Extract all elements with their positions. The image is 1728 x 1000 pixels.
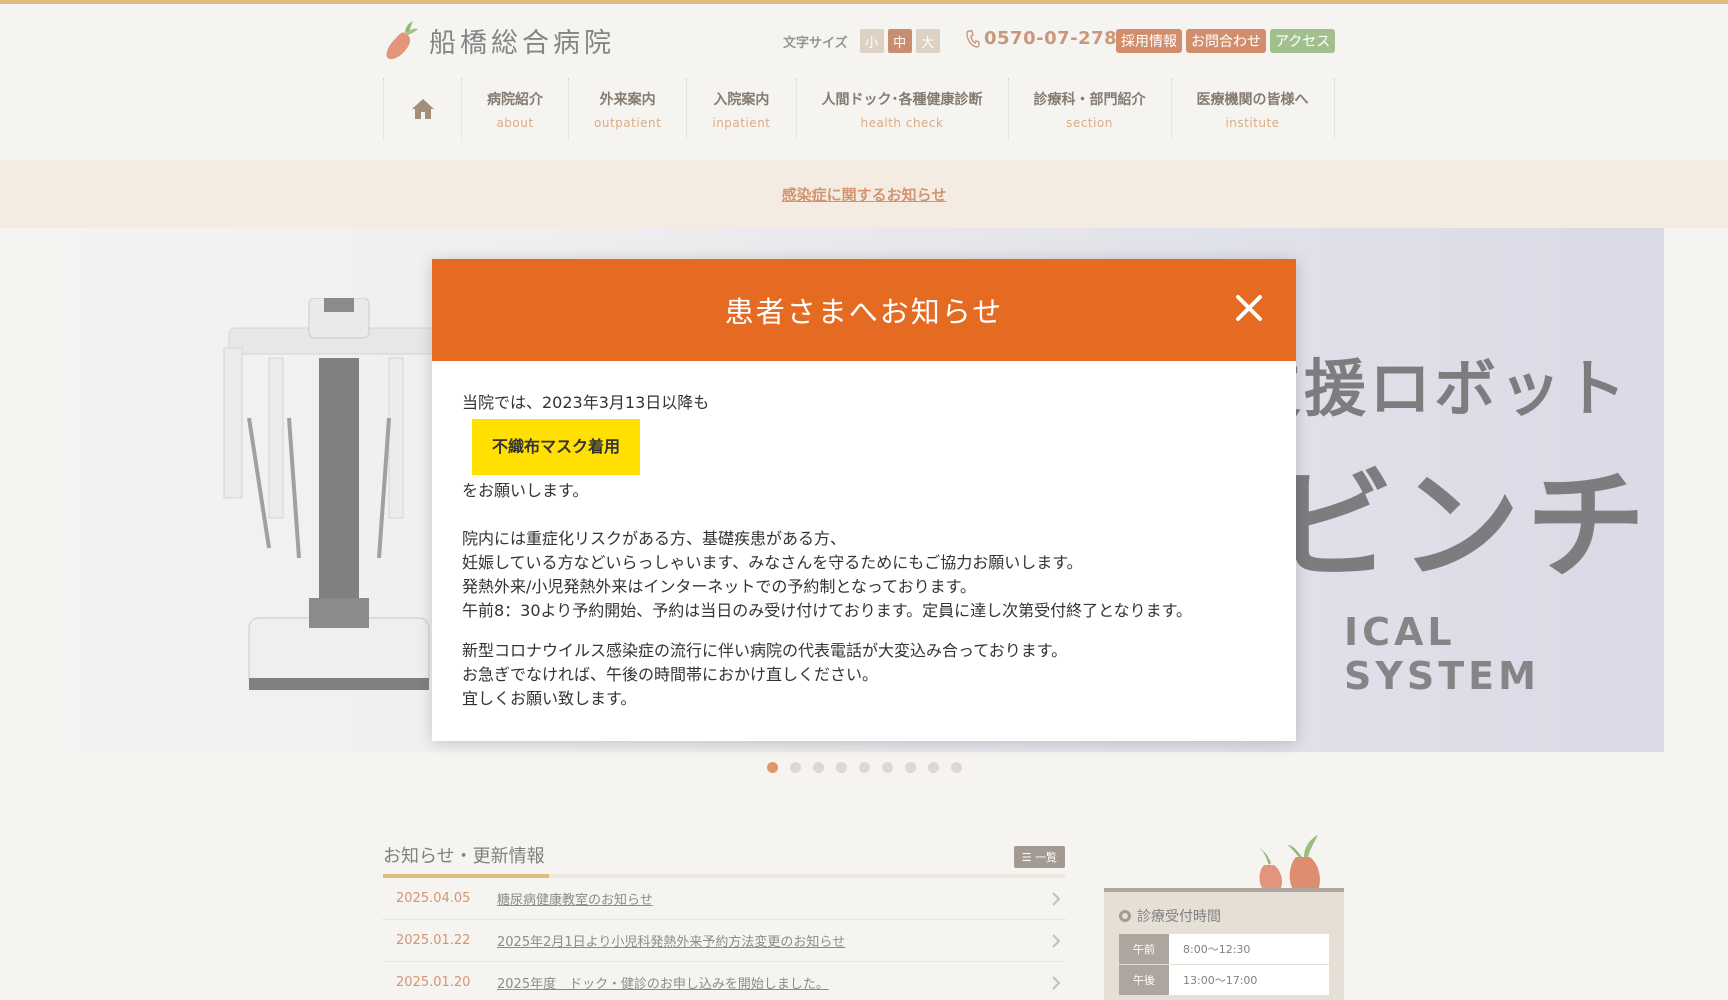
modal-text-line: 妊娠している方などいらっしゃいます、みなさんを守るためにもご協力お願いします。	[462, 553, 1083, 572]
modal-text-line: をお願いします。	[462, 481, 589, 500]
modal-text-line: 午前8：30より予約開始、予約は当日のみ受け付けております。定員に達し次第受付終…	[462, 601, 1193, 620]
close-icon[interactable]	[1234, 293, 1264, 323]
modal-header: 患者さまへお知らせ	[432, 259, 1296, 361]
modal-text-line: 院内には重症化リスクがある方、基礎疾患がある方、	[462, 529, 847, 548]
patient-notice-modal: 患者さまへお知らせ 当院では、2023年3月13日以降も 不織布マスク着用 をお…	[432, 259, 1296, 741]
modal-text-line: 宜しくお願い致します。	[462, 689, 637, 708]
modal-text-line: 当院では、2023年3月13日以降も	[462, 393, 710, 412]
modal-text-line: 発熱外来/小児発熱外来はインターネットでの予約制となっております。	[462, 577, 977, 596]
modal-title: 患者さまへお知らせ	[724, 295, 1004, 329]
mask-highlight: 不織布マスク着用	[472, 419, 641, 475]
modal-text-line: お急ぎでなければ、午後の時間帯におかけ直しください。	[462, 665, 879, 684]
modal-text-line: 新型コロナウイルス感染症の流行に伴い病院の代表電話が大変込み合っております。	[462, 641, 1068, 660]
modal-body: 当院では、2023年3月13日以降も 不織布マスク着用 をお願いします。 院内に…	[432, 361, 1296, 741]
